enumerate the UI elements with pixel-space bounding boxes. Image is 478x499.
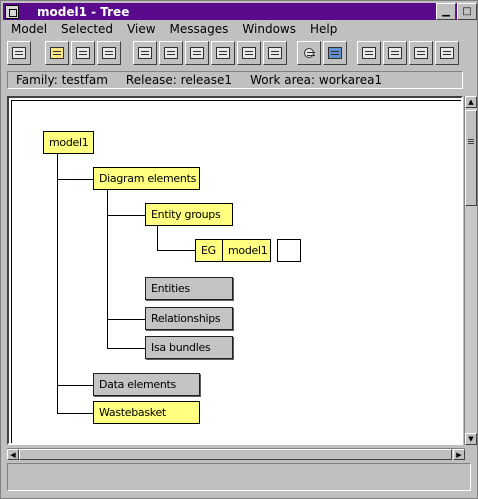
- tree-connector: [107, 348, 145, 349]
- tree-connector: [107, 215, 145, 216]
- tree-node-entities[interactable]: Entities: [145, 277, 233, 300]
- format-1-icon[interactable]: [357, 41, 381, 65]
- release-label: Release: release1: [125, 73, 233, 87]
- tree-connector: [57, 413, 93, 414]
- tree-connector: [157, 226, 158, 250]
- minimize-button[interactable]: ▁: [436, 3, 456, 20]
- find-icon[interactable]: [297, 41, 321, 65]
- menu-view[interactable]: View: [127, 22, 155, 36]
- maximize-button[interactable]: □: [457, 3, 477, 20]
- list-2-icon[interactable]: [211, 41, 235, 65]
- tree-connector: [57, 385, 93, 386]
- tree-node-entity-groups[interactable]: Entity groups: [145, 203, 233, 226]
- window-title: model1 - Tree: [37, 4, 130, 19]
- app-window: model1 - Tree ▁ □ Model Selected View Me…: [0, 0, 478, 499]
- scroll-right-arrow-icon[interactable]: ▶: [453, 449, 465, 460]
- title-bar[interactable]: model1 - Tree ▁ □: [3, 3, 477, 20]
- menu-windows[interactable]: Windows: [242, 22, 296, 36]
- tree-node-data-elements[interactable]: Data elements: [93, 373, 200, 396]
- view-window-icon[interactable]: [323, 41, 347, 65]
- scroll-down-arrow-icon[interactable]: ▼: [465, 433, 477, 445]
- tree-node-relationships[interactable]: Relationships: [145, 307, 233, 330]
- window-2-icon[interactable]: [263, 41, 287, 65]
- tree-node-eg-model1[interactable]: model1: [222, 239, 271, 262]
- window-icon[interactable]: [237, 41, 261, 65]
- tree-node-diagram-elements[interactable]: Diagram elements: [93, 167, 200, 190]
- tree-connector: [157, 250, 195, 251]
- menu-help[interactable]: Help: [310, 22, 337, 36]
- menu-model[interactable]: Model: [11, 22, 47, 36]
- tree-node-wastebasket[interactable]: Wastebasket: [93, 401, 200, 424]
- tree-connector: [57, 179, 93, 180]
- tree-connector: [107, 190, 108, 348]
- vertical-scroll-thumb[interactable]: [465, 110, 477, 206]
- tree-node-root[interactable]: model1: [43, 131, 94, 154]
- tree-canvas[interactable]: model1 Diagram elements Entity groups EG…: [9, 98, 461, 443]
- new-document-icon[interactable]: [133, 41, 157, 65]
- menu-selected[interactable]: Selected: [61, 22, 113, 36]
- scroll-up-arrow-icon[interactable]: ▲: [465, 96, 477, 108]
- tree-canvas-frame: model1 Diagram elements Entity groups EG…: [7, 96, 463, 445]
- format-4-icon[interactable]: [435, 41, 459, 65]
- vertical-scrollbar[interactable]: ▲ ▼: [464, 96, 477, 445]
- format-2-icon[interactable]: [383, 41, 407, 65]
- menu-messages[interactable]: Messages: [170, 22, 229, 36]
- scroll-left-arrow-icon[interactable]: ◀: [7, 449, 19, 460]
- horizontal-scroll-thumb[interactable]: [19, 449, 452, 460]
- tree-node-eg-tag[interactable]: EG: [195, 239, 223, 262]
- toolbar: [5, 39, 475, 67]
- list-icon[interactable]: [185, 41, 209, 65]
- workarea-label: Work area: workarea1: [250, 73, 383, 87]
- family-label: Family: testfam: [16, 73, 108, 87]
- tree-node-empty-slot[interactable]: [277, 239, 301, 262]
- system-menu-icon[interactable]: [5, 4, 19, 19]
- print-icon[interactable]: [7, 41, 31, 65]
- format-3-icon[interactable]: [409, 41, 433, 65]
- new-document-2-icon[interactable]: [159, 41, 183, 65]
- menu-bar: Model Selected View Messages Windows Hel…: [3, 20, 477, 38]
- context-info-bar: Family: testfam Release: release1 Work a…: [7, 71, 463, 89]
- status-bar: [7, 463, 471, 491]
- copy-icon[interactable]: [97, 41, 121, 65]
- tree-node-isa-bundles[interactable]: Isa bundles: [145, 336, 233, 359]
- tree-connector: [107, 319, 145, 320]
- cut-icon[interactable]: [71, 41, 95, 65]
- horizontal-scrollbar[interactable]: ◀ ▶: [7, 448, 465, 460]
- tree-connector: [57, 154, 58, 413]
- open-icon[interactable]: [45, 41, 69, 65]
